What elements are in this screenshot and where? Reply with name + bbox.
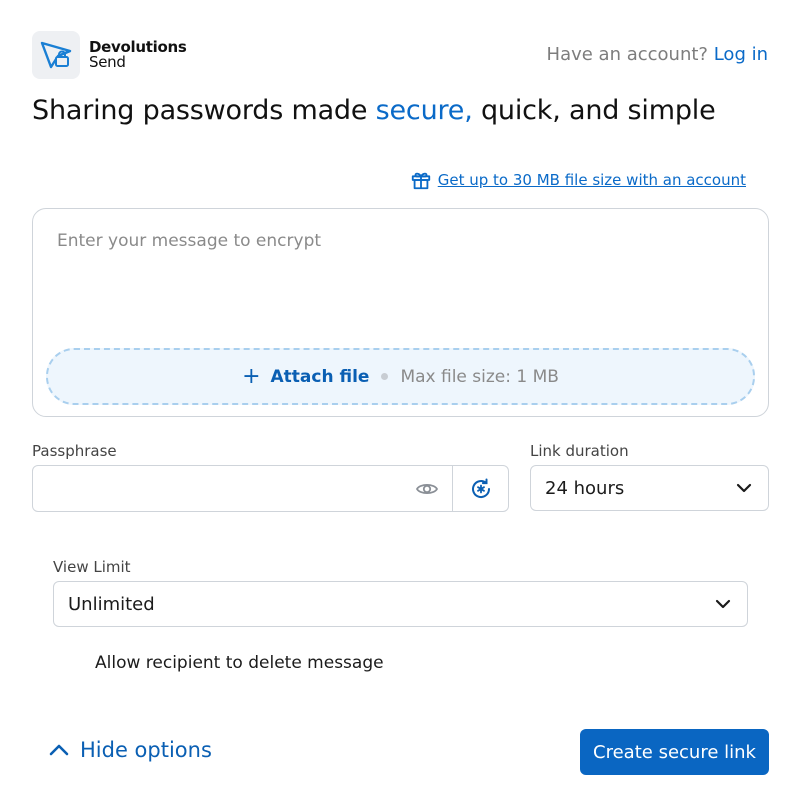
password-generator-icon — [471, 478, 490, 498]
page-title: Sharing passwords made secure, quick, an… — [32, 95, 716, 126]
link-duration-value: 24 hours — [545, 477, 625, 499]
brand-wordmark: Devolutions Send — [89, 40, 187, 71]
link-duration-select[interactable]: 24 hours — [530, 465, 769, 511]
devolutions-send-logo[interactable] — [32, 31, 80, 79]
plus-icon: + — [242, 363, 261, 389]
separator-dot — [381, 373, 389, 380]
create-secure-link-button[interactable]: Create secure link — [580, 729, 769, 775]
account-prompt: Have an account? Log in — [547, 44, 768, 65]
hide-options-label: Hide options — [80, 738, 212, 762]
view-limit-label: View Limit — [53, 558, 131, 576]
message-card: + Attach file Max file size: 1 MB — [32, 208, 769, 417]
attach-file-button[interactable]: + Attach file — [242, 363, 370, 389]
chevron-up-icon — [49, 744, 69, 756]
title-accent: secure, — [375, 95, 473, 126]
generate-passphrase-button[interactable] — [452, 466, 508, 511]
upgrade-promo-link[interactable]: Get up to 30 MB file size with an accoun… — [410, 169, 746, 191]
send-logo-icon — [40, 41, 72, 69]
message-input[interactable] — [57, 231, 737, 331]
view-limit-select[interactable]: Unlimited — [53, 581, 748, 627]
view-limit-value: Unlimited — [68, 593, 155, 615]
title-part-2: quick, and simple — [472, 95, 716, 126]
attach-file-dropzone[interactable]: + Attach file Max file size: 1 MB — [46, 348, 755, 405]
hide-options-button[interactable]: Hide options — [48, 738, 212, 762]
brand-product: Send — [89, 53, 126, 71]
show-passphrase-button[interactable] — [402, 466, 452, 511]
title-part-1: Sharing passwords made — [32, 95, 376, 126]
chevron-down-icon — [715, 599, 731, 609]
max-file-size-text: Max file size: 1 MB — [400, 366, 559, 387]
send-page: Devolutions Send Have an account? Log in… — [0, 0, 800, 809]
account-prompt-text: Have an account? — [546, 44, 708, 65]
allow-delete-label[interactable]: Allow recipient to delete message — [95, 653, 384, 673]
chevron-down-icon — [736, 483, 752, 493]
eye-icon — [415, 483, 439, 494]
passphrase-field-group — [32, 465, 509, 512]
gift-icon — [411, 172, 430, 190]
login-link[interactable]: Log in — [714, 44, 768, 65]
attach-file-label: Attach file — [270, 366, 370, 387]
passphrase-input[interactable] — [33, 466, 402, 511]
link-duration-label: Link duration — [530, 442, 629, 460]
passphrase-label: Passphrase — [32, 442, 117, 460]
promo-text: Get up to 30 MB file size with an accoun… — [437, 171, 746, 189]
